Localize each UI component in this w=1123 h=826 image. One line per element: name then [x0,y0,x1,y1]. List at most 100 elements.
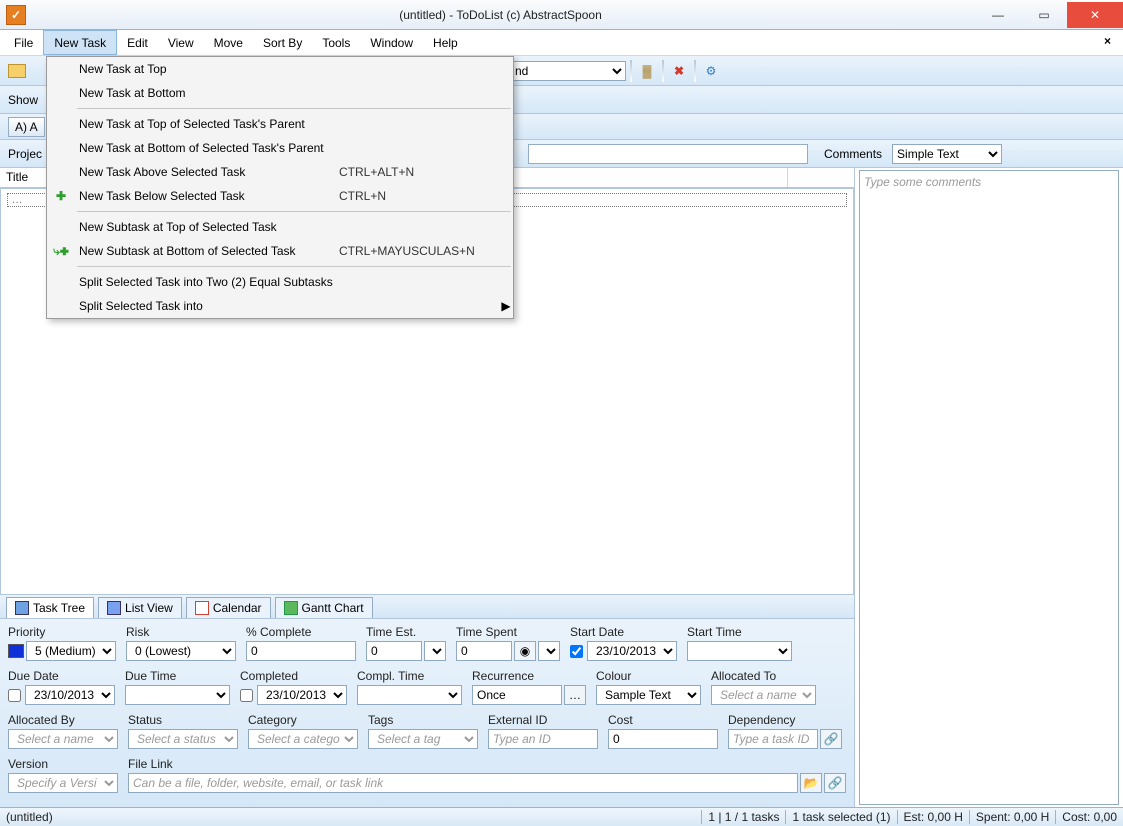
timer-icon[interactable]: ◉ [514,641,536,661]
toolbar-separator [630,60,632,82]
starttime-select[interactable] [687,641,792,661]
maximize-button[interactable]: ▭ [1021,2,1067,28]
toolbar-separator [694,60,696,82]
recurrence-more-button[interactable]: … [564,685,586,705]
status-label: Status [128,713,238,727]
allocto-label: Allocated To [711,669,816,683]
menuitem-new-task-top[interactable]: New Task at Top [47,57,513,81]
dependency-input[interactable] [728,729,818,749]
status-est: Est: 0,00 H [897,810,969,824]
menuitem-new-task-bottom-parent[interactable]: New Task at Bottom of Selected Task's Pa… [47,136,513,160]
minimize-button[interactable]: — [975,2,1021,28]
menu-sort-by[interactable]: Sort By [253,30,312,55]
duedate-label: Due Date [8,669,115,683]
timespent-input[interactable] [456,641,512,661]
menu-edit[interactable]: Edit [117,30,158,55]
find-combo[interactable]: nd [506,61,626,81]
priority-swatch [8,644,24,658]
menuitem-new-subtask-bottom[interactable]: ⤷✚New Subtask at Bottom of Selected Task… [47,239,513,263]
menuitem-split-two[interactable]: Split Selected Task into Two (2) Equal S… [47,270,513,294]
allocby-select[interactable]: Select a name [8,729,118,749]
menu-view[interactable]: View [158,30,204,55]
recurrence-input[interactable] [472,685,562,705]
status-select[interactable]: Select a status [128,729,238,749]
category-select[interactable]: Select a catego [248,729,358,749]
filter-icon[interactable]: ▓ [636,60,658,82]
tab-task-tree[interactable]: Task Tree [6,597,94,618]
colour-label: Colour [596,669,701,683]
menu-separator [77,266,511,267]
menuitem-split-into[interactable]: Split Selected Task into▶ [47,294,513,318]
toolbar-separator [662,60,664,82]
compltime-select[interactable] [357,685,462,705]
category-label: Category [248,713,358,727]
open-link-icon[interactable]: 🔗 [824,773,846,793]
completed-check[interactable] [240,689,253,702]
dependency-label: Dependency [728,713,842,727]
status-selected: 1 task selected (1) [785,810,896,824]
duedate-check[interactable] [8,689,21,702]
open-icon[interactable] [6,60,28,82]
pct-label: % Complete [246,625,356,639]
completed-label: Completed [240,669,347,683]
startdate-check[interactable] [570,645,583,658]
filelink-label: File Link [128,757,846,771]
browse-icon[interactable]: 📂 [800,773,822,793]
fields-panel: Priority5 (Medium) Risk0 (Lowest) % Comp… [0,619,854,807]
filter-a-button[interactable]: A) A [8,117,45,137]
comments-label: Comments [824,147,882,161]
menu-tools[interactable]: Tools [312,30,360,55]
project-name-input[interactable] [528,144,808,164]
menuitem-new-task-top-parent[interactable]: New Task at Top of Selected Task's Paren… [47,112,513,136]
status-tasks: 1 | 1 / 1 tasks [701,810,785,824]
comments-textarea[interactable]: Type some comments [859,170,1119,805]
timeest-unit-select[interactable]: H [424,641,446,661]
cost-input[interactable] [608,729,718,749]
menu-help[interactable]: Help [423,30,468,55]
app-icon: ✓ [6,5,26,25]
duetime-label: Due Time [125,669,230,683]
filelink-input[interactable] [128,773,798,793]
completed-select[interactable]: 23/10/2013 [257,685,347,705]
duetime-select[interactable] [125,685,230,705]
comments-type-select[interactable]: Simple Text [892,144,1002,164]
close-button[interactable]: ✕ [1067,2,1123,28]
tags-select[interactable]: Select a tag [368,729,478,749]
status-spent: Spent: 0,00 H [969,810,1055,824]
tab-list-view[interactable]: List View [98,597,182,618]
delete-icon[interactable]: ✖ [668,60,690,82]
menu-separator [77,108,511,109]
menuitem-new-task-below[interactable]: ✚New Task Below Selected TaskCTRL+N [47,184,513,208]
menu-new-task[interactable]: New Task [43,30,117,55]
duedate-select[interactable]: 23/10/2013 [25,685,115,705]
allocto-select[interactable]: Select a name [711,685,816,705]
menu-file[interactable]: File [4,30,43,55]
menuitem-new-subtask-top[interactable]: New Subtask at Top of Selected Task [47,215,513,239]
dependency-link-icon[interactable]: 🔗 [820,729,842,749]
timespent-label: Time Spent [456,625,560,639]
gear-icon[interactable]: ⚙ [700,60,722,82]
version-select[interactable]: Specify a Versi [8,773,118,793]
menuitem-new-task-above[interactable]: New Task Above Selected TaskCTRL+ALT+N [47,160,513,184]
timeest-label: Time Est. [366,625,446,639]
menuitem-new-task-bottom[interactable]: New Task at Bottom [47,81,513,105]
startdate-select[interactable]: 23/10/2013 [587,641,677,661]
colour-select[interactable]: Sample Text [596,685,701,705]
mdi-close-button[interactable]: × [1096,30,1119,55]
timespent-unit-select[interactable]: H [538,641,560,661]
pct-input[interactable] [246,641,356,661]
priority-label: Priority [8,625,116,639]
tab-gantt[interactable]: Gantt Chart [275,597,373,618]
priority-select[interactable]: 5 (Medium) [26,641,116,661]
menu-move[interactable]: Move [204,30,253,55]
menu-window[interactable]: Window [360,30,423,55]
timeest-input[interactable] [366,641,422,661]
extid-input[interactable] [488,729,598,749]
submenu-arrow-icon: ▶ [499,299,513,313]
plus-indent-icon: ⤷✚ [53,244,69,259]
cost-label: Cost [608,713,718,727]
status-filename: (untitled) [0,810,53,824]
risk-select[interactable]: 0 (Lowest) [126,641,236,661]
recurrence-label: Recurrence [472,669,586,683]
tab-calendar[interactable]: Calendar [186,597,271,618]
